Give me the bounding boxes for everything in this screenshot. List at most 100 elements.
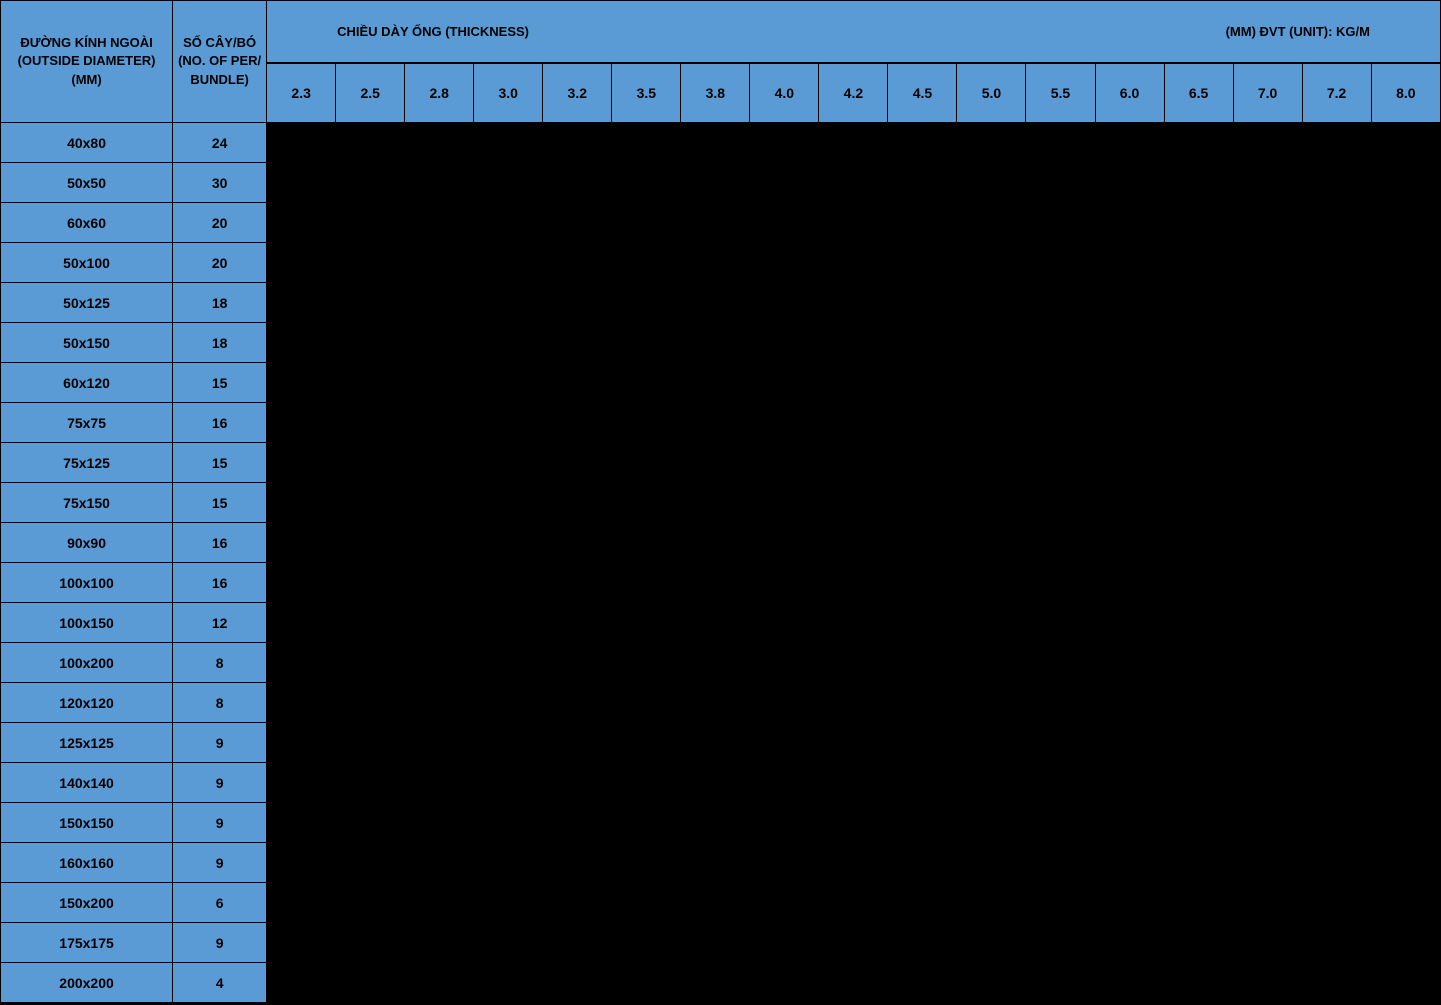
- header-thickness-3.2: 3.2: [543, 63, 612, 123]
- cell-bundle: 9: [173, 723, 267, 763]
- header-thickness-4.0: 4.0: [750, 63, 819, 123]
- cell-bundle: 18: [173, 323, 267, 363]
- cell-bundle: 30: [173, 163, 267, 203]
- cell-od: 120x120: [1, 683, 173, 723]
- cell-data-empty: [267, 763, 1441, 803]
- cell-bundle: 15: [173, 443, 267, 483]
- cell-data-empty: [267, 323, 1441, 363]
- cell-data-empty: [267, 723, 1441, 763]
- table-row: 50x10020: [1, 243, 1441, 283]
- cell-bundle: 12: [173, 603, 267, 643]
- table-row: 140x1409: [1, 763, 1441, 803]
- table-row: 60x6020: [1, 203, 1441, 243]
- cell-od: 40x80: [1, 123, 173, 163]
- table-row: 100x2008: [1, 643, 1441, 683]
- cell-data-empty: [267, 803, 1441, 843]
- cell-bundle: 16: [173, 523, 267, 563]
- header-thickness-8.0: 8.0: [1371, 63, 1440, 123]
- header-thickness-3.0: 3.0: [474, 63, 543, 123]
- table-row: 75x7516: [1, 403, 1441, 443]
- table-row: 150x2006: [1, 883, 1441, 923]
- table-row: 100x10016: [1, 563, 1441, 603]
- table-row: 100x15012: [1, 603, 1441, 643]
- cell-od: 75x75: [1, 403, 173, 443]
- cell-bundle: 9: [173, 843, 267, 883]
- cell-od: 90x90: [1, 523, 173, 563]
- header-thickness-7.2: 7.2: [1302, 63, 1371, 123]
- header-thickness-3.5: 3.5: [612, 63, 681, 123]
- table-row: 75x12515: [1, 443, 1441, 483]
- cell-data-empty: [267, 363, 1441, 403]
- header-bundle: SỐ CÂY/BÓ (NO. OF PER/ BUNDLE): [173, 1, 267, 123]
- cell-data-empty: [267, 163, 1441, 203]
- header-thickness-group: CHIỀU DÀY ỐNG (THICKNESS) (MM) ĐVT (UNIT…: [267, 1, 1441, 63]
- header-thickness-5.0: 5.0: [957, 63, 1026, 123]
- cell-od: 100x150: [1, 603, 173, 643]
- header-thickness-6.5: 6.5: [1164, 63, 1233, 123]
- cell-bundle: 9: [173, 923, 267, 963]
- table-row: 175x1759: [1, 923, 1441, 963]
- table-row: 50x12518: [1, 283, 1441, 323]
- table-row: 90x9016: [1, 523, 1441, 563]
- cell-bundle: 8: [173, 683, 267, 723]
- cell-data-empty: [267, 123, 1441, 163]
- cell-od: 50x150: [1, 323, 173, 363]
- table-row: 50x5030: [1, 163, 1441, 203]
- cell-data-empty: [267, 603, 1441, 643]
- header-thickness-2.5: 2.5: [336, 63, 405, 123]
- cell-data-empty: [267, 483, 1441, 523]
- cell-data-empty: [267, 563, 1441, 603]
- cell-data-empty: [267, 403, 1441, 443]
- cell-od: 75x125: [1, 443, 173, 483]
- cell-bundle: 4: [173, 963, 267, 1003]
- cell-od: 50x100: [1, 243, 173, 283]
- header-thickness-5.5: 5.5: [1026, 63, 1095, 123]
- table-row: 125x1259: [1, 723, 1441, 763]
- cell-bundle: 18: [173, 283, 267, 323]
- cell-bundle: 24: [173, 123, 267, 163]
- table-row: 75x15015: [1, 483, 1441, 523]
- cell-data-empty: [267, 643, 1441, 683]
- cell-data-empty: [267, 243, 1441, 283]
- header-thickness-2.8: 2.8: [405, 63, 474, 123]
- table-row: 150x1509: [1, 803, 1441, 843]
- cell-od: 140x140: [1, 763, 173, 803]
- cell-bundle: 15: [173, 363, 267, 403]
- cell-bundle: 6: [173, 883, 267, 923]
- table-row: 200x2004: [1, 963, 1441, 1003]
- cell-bundle: 16: [173, 403, 267, 443]
- header-thickness-7.0: 7.0: [1233, 63, 1302, 123]
- table-row: 50x15018: [1, 323, 1441, 363]
- cell-od: 175x175: [1, 923, 173, 963]
- cell-od: 160x160: [1, 843, 173, 883]
- header-thickness-4.5: 4.5: [888, 63, 957, 123]
- cell-od: 50x50: [1, 163, 173, 203]
- cell-od: 150x150: [1, 803, 173, 843]
- cell-bundle: 20: [173, 243, 267, 283]
- cell-data-empty: [267, 203, 1441, 243]
- table-row: 120x1208: [1, 683, 1441, 723]
- cell-bundle: 15: [173, 483, 267, 523]
- cell-bundle: 9: [173, 803, 267, 843]
- spec-table: ĐƯỜNG KÍNH NGOÀI (OUTSIDE DIAMETER) (MM)…: [0, 0, 1441, 1003]
- cell-od: 60x60: [1, 203, 173, 243]
- header-thickness-2.3: 2.3: [267, 63, 336, 123]
- header-outside-diameter: ĐƯỜNG KÍNH NGOÀI (OUTSIDE DIAMETER) (MM): [1, 1, 173, 123]
- cell-bundle: 20: [173, 203, 267, 243]
- cell-od: 100x100: [1, 563, 173, 603]
- cell-data-empty: [267, 883, 1441, 923]
- cell-data-empty: [267, 683, 1441, 723]
- cell-od: 200x200: [1, 963, 173, 1003]
- header-thickness-3.8: 3.8: [681, 63, 750, 123]
- cell-bundle: 16: [173, 563, 267, 603]
- table-row: 40x8024: [1, 123, 1441, 163]
- cell-data-empty: [267, 843, 1441, 883]
- cell-od: 100x200: [1, 643, 173, 683]
- cell-od: 50x125: [1, 283, 173, 323]
- table-row: 60x12015: [1, 363, 1441, 403]
- cell-od: 150x200: [1, 883, 173, 923]
- cell-bundle: 8: [173, 643, 267, 683]
- cell-od: 125x125: [1, 723, 173, 763]
- cell-od: 60x120: [1, 363, 173, 403]
- table-row: 160x1609: [1, 843, 1441, 883]
